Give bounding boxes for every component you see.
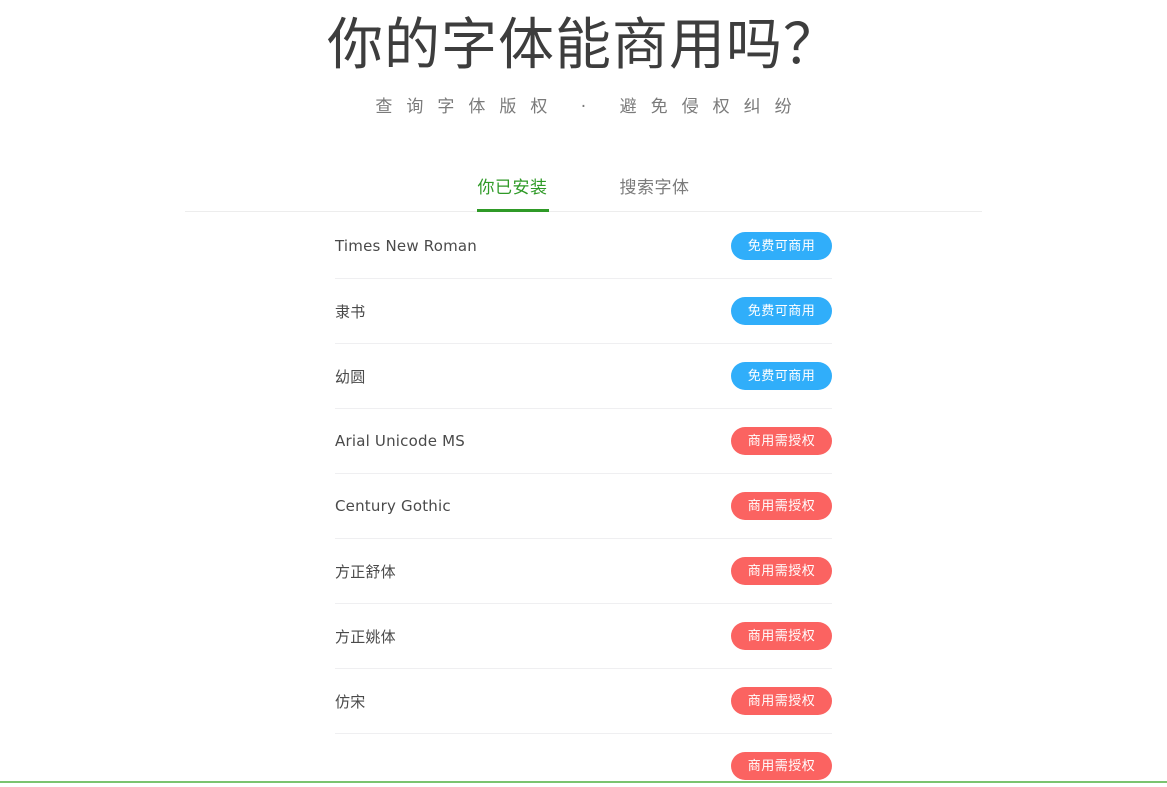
tab-installed[interactable]: 你已安装 (478, 173, 548, 211)
bottom-progress-line (0, 781, 1167, 783)
font-name: Arial Unicode MS (335, 432, 465, 451)
tab-search[interactable]: 搜索字体 (620, 173, 690, 211)
app-root: 你的字体能商用吗？ 查询字体版权 · 避免侵权纠纷 你已安装 搜索字体 Times… (0, 0, 1167, 787)
font-row[interactable]: 仿宋 商用需授权 (335, 669, 832, 735)
font-name: 隶书 (335, 302, 366, 321)
font-row[interactable]: 方正姚体 商用需授权 (335, 604, 832, 670)
page-header: 你的字体能商用吗？ 查询字体版权 · 避免侵权纠纷 (0, 0, 1167, 117)
status-badge[interactable]: 商用需授权 (731, 557, 832, 586)
font-row[interactable]: Times New Roman 免费可商用 (335, 214, 832, 280)
status-badge[interactable]: 免费可商用 (731, 297, 832, 326)
status-badge[interactable]: 免费可商用 (731, 362, 832, 391)
status-badge[interactable]: 免费可商用 (731, 232, 832, 261)
font-row[interactable]: 隶书 免费可商用 (335, 279, 832, 345)
font-name: 仿宋 (335, 692, 366, 711)
page-subtitle: 查询字体版权 · 避免侵权纠纷 (375, 97, 806, 118)
font-row[interactable]: Arial Unicode MS 商用需授权 (335, 409, 832, 475)
font-name: Times New Roman (335, 237, 478, 256)
tab-bar: 你已安装 搜索字体 (185, 173, 982, 213)
status-badge[interactable]: 商用需授权 (731, 687, 832, 716)
status-badge[interactable]: 商用需授权 (731, 427, 832, 456)
page-title: 你的字体能商用吗？ (327, 13, 840, 78)
status-badge[interactable]: 商用需授权 (731, 492, 832, 521)
font-name: 方正舒体 (335, 562, 396, 581)
font-list: Times New Roman 免费可商用 隶书 免费可商用 幼圆 免费可商用 Arial … (335, 212, 832, 787)
font-row[interactable]: 方正舒体 商用需授权 (335, 539, 832, 605)
font-name: Century Gothic (335, 497, 451, 516)
font-row[interactable]: 商用需授权 (335, 734, 832, 787)
font-name: 方正姚体 (335, 627, 396, 646)
font-row[interactable]: 幼圆 免费可商用 (335, 344, 832, 410)
status-badge[interactable]: 商用需授权 (731, 622, 832, 651)
font-name: 幼圆 (335, 367, 366, 386)
status-badge[interactable]: 商用需授权 (731, 752, 832, 781)
font-row[interactable]: Century Gothic 商用需授权 (335, 474, 832, 540)
